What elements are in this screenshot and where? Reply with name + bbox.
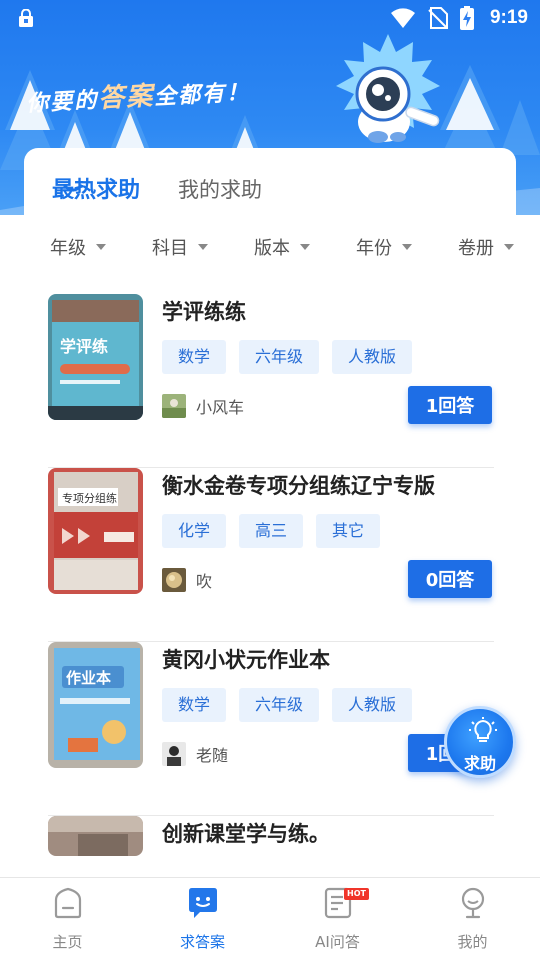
status-bar: 9:19 xyxy=(0,0,540,36)
filter-label: 科目 xyxy=(152,238,188,259)
filter-subject[interactable]: 科目 xyxy=(152,234,208,260)
answer-chat-icon xyxy=(188,888,217,918)
caret-down-icon xyxy=(402,244,412,250)
asker-name: 小风车 xyxy=(196,398,245,417)
bottom-navigation: 主页 求答案 AI问答 我的 HOT xyxy=(0,877,540,960)
caret-down-icon xyxy=(198,244,208,250)
tag-edition: 人教版 xyxy=(332,340,413,374)
nav-profile[interactable]: 我的 xyxy=(405,878,540,960)
nav-label: 主页 xyxy=(52,933,83,951)
clock-time: 9:19 xyxy=(489,7,528,28)
fab-label: 求助 xyxy=(463,754,496,773)
nav-answers[interactable]: 求答案 xyxy=(135,878,270,960)
profile-icon xyxy=(461,887,484,919)
asker-name: 老随 xyxy=(196,746,229,765)
book-cover-image: 专项分组练 xyxy=(48,468,143,594)
filter-year[interactable]: 年份 xyxy=(356,234,412,260)
wifi-icon xyxy=(390,8,415,28)
svg-text:专项分组练: 专项分组练 xyxy=(62,491,117,505)
nav-ai-qa[interactable]: AI问答 xyxy=(270,878,405,960)
asker-name: 吹 xyxy=(196,572,213,591)
request-list: 学评练 学评练练 数学 六年级 人教版 小风车 1回答 专项分组练 衡水金卷专项… xyxy=(24,294,516,960)
item-title[interactable]: 创新课堂学与练。 xyxy=(162,818,330,848)
no-sim-icon xyxy=(428,7,448,29)
tag-subject: 数学 xyxy=(162,340,227,374)
tag-subject: 化学 xyxy=(162,514,227,548)
asker-info: 吹 xyxy=(162,568,212,592)
nav-label: 我的 xyxy=(457,933,488,951)
tag-grade: 六年级 xyxy=(239,340,320,374)
lightbulb-icon xyxy=(469,717,497,742)
list-item[interactable]: 作业本 黄冈小状元作业本 数学 六年级 人教版 老随 1回答 xyxy=(48,642,494,816)
nav-label: AI问答 xyxy=(315,933,360,951)
svg-text:学评练: 学评练 xyxy=(60,337,108,356)
avatar xyxy=(162,742,186,766)
filter-label: 年级 xyxy=(50,238,86,259)
tag-group: 数学 六年级 人教版 xyxy=(162,340,413,374)
filter-label: 卷册 xyxy=(458,238,494,259)
avatar xyxy=(162,394,186,418)
caret-down-icon xyxy=(504,244,514,250)
lock-icon xyxy=(19,9,33,27)
tag-group: 数学 六年级 人教版 xyxy=(162,688,413,722)
ask-help-fab[interactable]: 求助 xyxy=(444,706,516,778)
status-icons: 9:19 xyxy=(390,5,528,31)
tag-edition: 人教版 xyxy=(332,688,413,722)
filter-label: 版本 xyxy=(254,238,290,259)
caret-down-icon xyxy=(96,244,106,250)
caret-down-icon xyxy=(300,244,310,250)
list-item[interactable]: 学评练 学评练练 数学 六年级 人教版 小风车 1回答 xyxy=(48,294,494,468)
asker-info: 小风车 xyxy=(162,394,244,418)
filter-bar: 年级 科目 版本 年份 卷册 xyxy=(50,234,514,260)
app-screen: 9:19 你要的答案全都有！ 最热求助 我的求助 年级 科目 版本 年份 卷册 … xyxy=(0,0,540,960)
home-icon xyxy=(54,887,81,919)
tab-indicator xyxy=(63,184,83,192)
slogan-part: 你要的 xyxy=(25,87,99,117)
slogan-highlight: 答案 xyxy=(97,81,155,115)
tag-subject: 数学 xyxy=(162,688,227,722)
tab-my-requests[interactable]: 我的求助 xyxy=(178,174,262,204)
book-cover-image xyxy=(48,816,143,856)
avatar xyxy=(162,568,186,592)
tag-group: 化学 高三 其它 xyxy=(162,514,381,548)
tag-grade: 高三 xyxy=(239,514,304,548)
nav-home[interactable]: 主页 xyxy=(0,878,135,960)
filter-grade[interactable]: 年级 xyxy=(50,234,106,260)
filter-label: 年份 xyxy=(356,238,392,259)
list-item[interactable]: 专项分组练 衡水金卷专项分组练辽宁专版 化学 高三 其它 吹 0回答 xyxy=(48,468,494,642)
svg-text:作业本: 作业本 xyxy=(66,669,111,687)
tag-edition: 其它 xyxy=(316,514,381,548)
hot-badge: HOT xyxy=(344,888,369,900)
tag-grade: 六年级 xyxy=(239,688,320,722)
book-cover-image: 作业本 xyxy=(48,642,143,768)
nav-label: 求答案 xyxy=(179,933,225,951)
book-cover-image: 学评练 xyxy=(48,294,143,420)
filter-volume[interactable]: 卷册 xyxy=(458,234,514,260)
item-title[interactable]: 黄冈小状元作业本 xyxy=(162,644,330,674)
item-title[interactable]: 衡水金卷专项分组练辽宁专版 xyxy=(162,470,435,500)
asker-info: 老随 xyxy=(162,742,228,766)
answer-count-button[interactable]: 1回答 xyxy=(408,386,492,424)
answer-count-button[interactable]: 0回答 xyxy=(408,560,492,598)
mascot-magnifier-illustration xyxy=(336,34,440,143)
filter-edition[interactable]: 版本 xyxy=(254,234,310,260)
item-title[interactable]: 学评练练 xyxy=(162,296,246,326)
content-card: 最热求助 我的求助 年级 科目 版本 年份 卷册 学评练 学评练练 数学 六年级… xyxy=(24,148,516,888)
battery-charging-icon xyxy=(459,6,474,30)
slogan-part: 全都有！ xyxy=(153,79,251,111)
